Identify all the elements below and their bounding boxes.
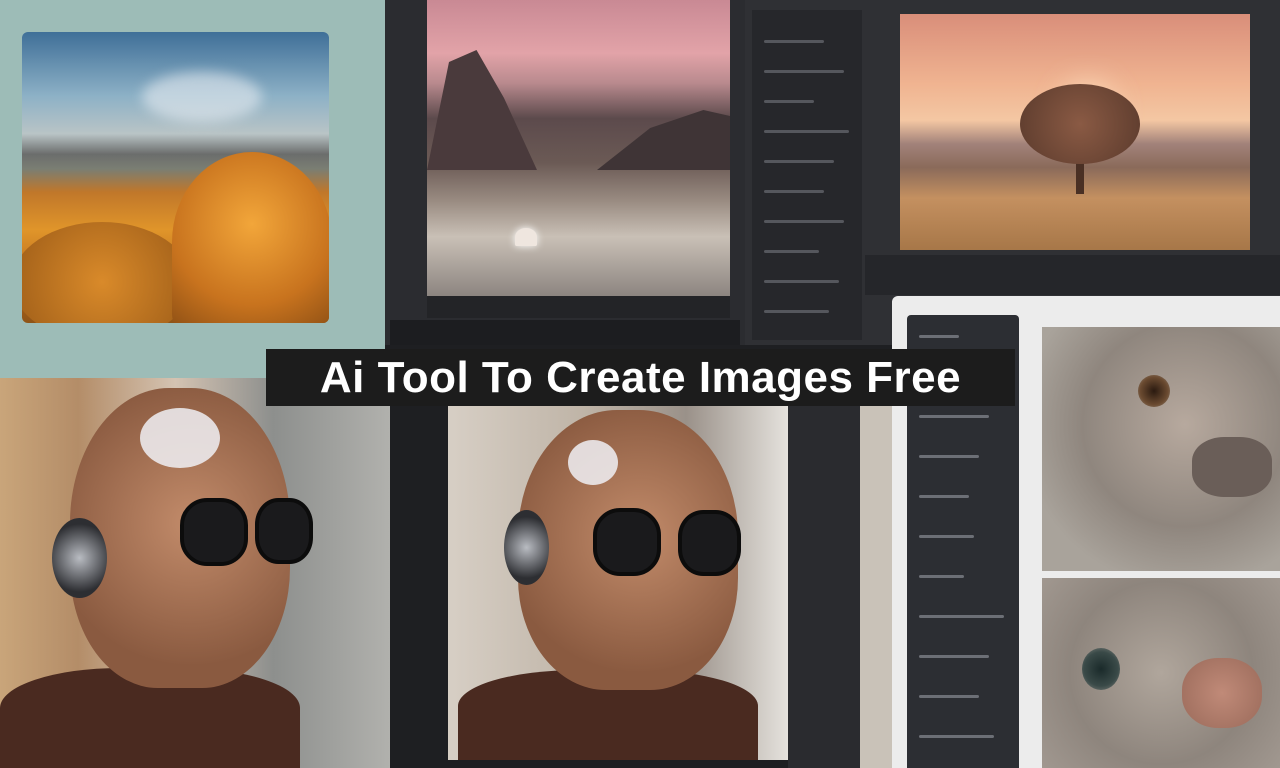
- valley-landscape-image: [427, 0, 730, 296]
- sidebar-row: [919, 655, 989, 658]
- face-paint-shape: [140, 408, 220, 468]
- camel-nose-shape: [1182, 658, 1262, 728]
- sunglasses-lens-shape: [678, 510, 741, 576]
- lion-nose-shape: [1192, 437, 1272, 497]
- headline-text: Ai Tool To Create Images Free: [319, 352, 962, 402]
- sidebar-row: [919, 415, 989, 418]
- headphone-icon: [52, 518, 107, 598]
- sidebar-row: [919, 535, 974, 538]
- sidebar-row: [919, 575, 964, 578]
- sidebar-row: [919, 335, 959, 338]
- editor-timeline: [865, 255, 1280, 295]
- sidebar-row: [919, 735, 994, 738]
- sidebar-row: [919, 615, 1004, 618]
- sidebar-row: [764, 160, 834, 163]
- sidebar-row: [919, 495, 969, 498]
- camel-eye-shape: [1082, 648, 1120, 690]
- sidebar-row: [764, 70, 844, 73]
- sidebar-row: [764, 100, 814, 103]
- sunglasses-lens-shape: [593, 508, 661, 576]
- headline-banner: Ai Tool To Create Images Free: [266, 349, 1015, 406]
- background-strip: [860, 405, 892, 768]
- sidebar-row: [764, 310, 829, 313]
- headphone-icon: [504, 510, 549, 585]
- sidebar-row: [764, 130, 849, 133]
- sidebar-row: [919, 455, 979, 458]
- sunglasses-lens-shape: [255, 498, 313, 564]
- mountain-shape: [597, 110, 730, 170]
- sunset-tree-image: [900, 14, 1250, 250]
- tent-shape: [515, 228, 537, 246]
- lion-closeup-image: [1042, 327, 1280, 571]
- autumn-forest-image: [22, 32, 329, 323]
- sidebar-row: [764, 190, 824, 193]
- lion-eye-shape: [1138, 375, 1170, 407]
- editor-side-strip: [788, 405, 860, 768]
- sunglasses-lens-shape: [180, 498, 248, 566]
- sidebar-row: [764, 280, 839, 283]
- editor-sidebar: [752, 10, 862, 340]
- cloud-shape: [142, 72, 262, 122]
- mountain-shape: [427, 50, 537, 170]
- sidebar-row: [764, 250, 819, 253]
- camel-closeup-image: [1042, 578, 1280, 768]
- tree-shape: [172, 152, 329, 323]
- man-with-headphones-photo: [0, 378, 390, 768]
- editor-toolbar: [427, 296, 730, 318]
- sidebar-row: [764, 40, 824, 43]
- face-paint-shape: [568, 440, 618, 485]
- editor-status-strip: [390, 320, 740, 345]
- tree-shape: [22, 222, 192, 323]
- tree-crown-shape: [1020, 84, 1140, 164]
- sidebar-row: [919, 695, 979, 698]
- man-with-headphones-photo: [448, 400, 788, 760]
- sidebar-row: [764, 220, 844, 223]
